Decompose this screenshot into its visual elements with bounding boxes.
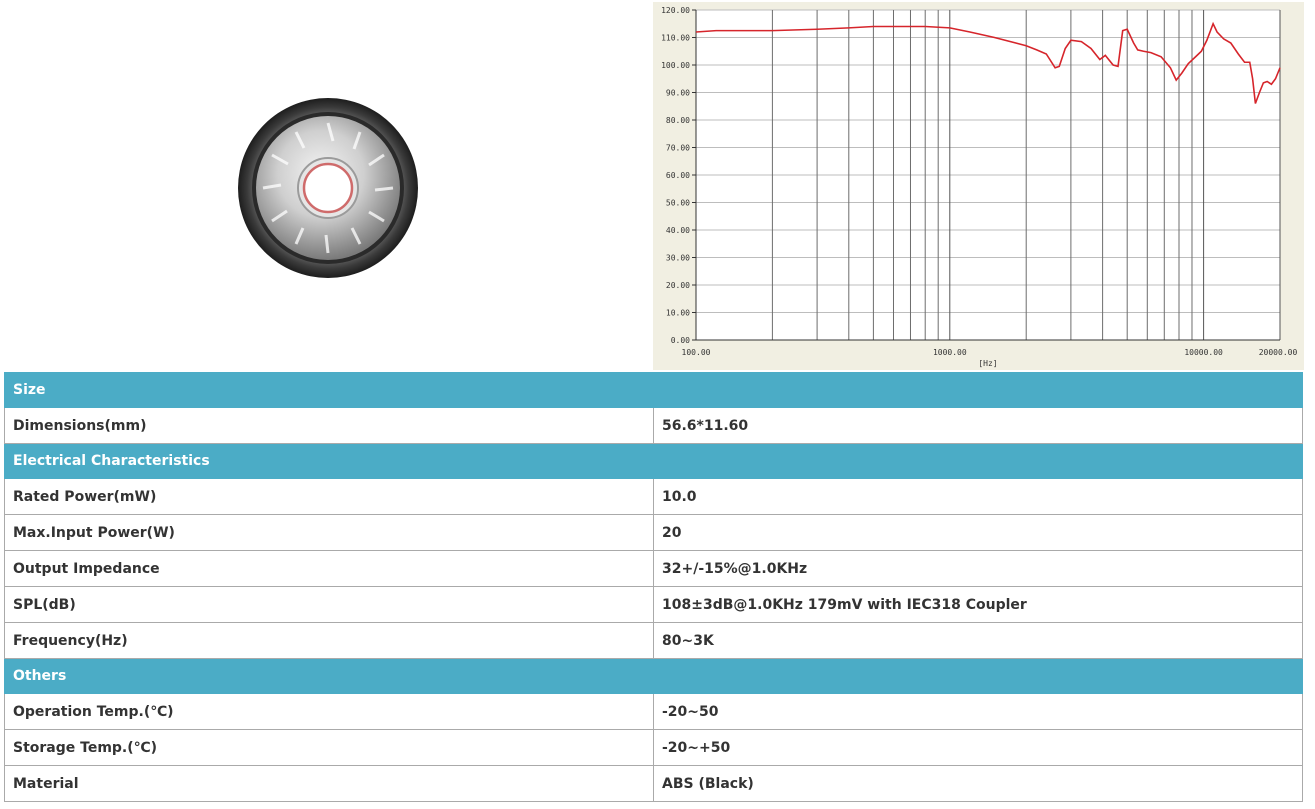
y-tick-label: 110.00 bbox=[661, 34, 690, 43]
spec-label: Storage Temp.(℃) bbox=[4, 729, 654, 766]
x-tick-label: 10000.00 bbox=[1184, 348, 1223, 357]
table-row: SPL(dB) 108±3dB@1.0KHz 179mV with IEC318… bbox=[4, 586, 1303, 623]
section-header-size: Size bbox=[4, 372, 1303, 408]
spec-label: Max.Input Power(W) bbox=[4, 514, 654, 551]
table-row: Storage Temp.(℃) -20~+50 bbox=[4, 729, 1303, 766]
section-electrical-header-row: Electrical Characteristics bbox=[4, 443, 1303, 479]
frequency-response-chart: 120.00 110.00 100.00 90.00 80.00 70.00 60.00 50… bbox=[653, 2, 1304, 370]
table-row: Max.Input Power(W) 20 bbox=[4, 514, 1303, 551]
spec-label: Dimensions(mm) bbox=[4, 407, 654, 444]
table-row: Material ABS (Black) bbox=[4, 765, 1303, 802]
y-tick-label: 20.00 bbox=[666, 281, 690, 290]
spec-value: 56.6*11.60 bbox=[653, 407, 1303, 444]
section-size-header-row: Size bbox=[4, 372, 1303, 408]
x-tick-label: 100.00 bbox=[682, 348, 711, 357]
table-row: Operation Temp.(℃) -20~50 bbox=[4, 693, 1303, 730]
spec-label: SPL(dB) bbox=[4, 586, 654, 623]
section-header-electrical: Electrical Characteristics bbox=[4, 443, 1303, 479]
spec-table: Size Dimensions(mm) 56.6*11.60 Electrica… bbox=[4, 372, 1303, 802]
y-tick-label: 90.00 bbox=[666, 89, 690, 98]
spec-label: Material bbox=[4, 765, 654, 802]
spec-label: Output Impedance bbox=[4, 550, 654, 587]
spec-label: Frequency(Hz) bbox=[4, 622, 654, 659]
y-tick-label: 80.00 bbox=[666, 116, 690, 125]
x-tick-label: 1000.00 bbox=[933, 348, 967, 357]
section-others-header-row: Others bbox=[4, 658, 1303, 694]
y-tick-label: 40.00 bbox=[666, 226, 690, 235]
spec-value: -20~50 bbox=[653, 693, 1303, 730]
table-row: Frequency(Hz) 80~3K bbox=[4, 622, 1303, 659]
spec-value: 20 bbox=[653, 514, 1303, 551]
speaker-photo bbox=[238, 98, 418, 278]
y-tick-label: 50.00 bbox=[666, 199, 690, 208]
spec-value: 32+/-15%@1.0KHz bbox=[653, 550, 1303, 587]
y-tick-label: 0.00 bbox=[671, 336, 690, 345]
x-tick-label: 20000.00 bbox=[1259, 348, 1298, 357]
table-row: Dimensions(mm) 56.6*11.60 bbox=[4, 407, 1303, 444]
y-tick-label: 70.00 bbox=[666, 144, 690, 153]
frequency-response-svg: 120.00 110.00 100.00 90.00 80.00 70.00 60.00 50… bbox=[661, 6, 1298, 368]
table-row: Output Impedance 32+/-15%@1.0KHz bbox=[4, 550, 1303, 587]
spec-value: 10.0 bbox=[653, 478, 1303, 515]
y-tick-label: 120.00 bbox=[661, 6, 690, 15]
product-photo-area bbox=[0, 0, 655, 372]
spec-value: ABS (Black) bbox=[653, 765, 1303, 802]
spec-value: 80~3K bbox=[653, 622, 1303, 659]
spec-label: Rated Power(mW) bbox=[4, 478, 654, 515]
product-overview: 120.00 110.00 100.00 90.00 80.00 70.00 60.00 50… bbox=[0, 0, 1315, 372]
y-tick-label: 60.00 bbox=[666, 171, 690, 180]
table-row: Rated Power(mW) 10.0 bbox=[4, 478, 1303, 515]
x-axis-label: [Hz] bbox=[978, 359, 997, 368]
y-tick-label: 30.00 bbox=[666, 254, 690, 263]
section-header-others: Others bbox=[4, 658, 1303, 694]
y-tick-label: 10.00 bbox=[666, 309, 690, 318]
spec-label: Operation Temp.(℃) bbox=[4, 693, 654, 730]
y-tick-label: 100.00 bbox=[661, 61, 690, 70]
spec-value: -20~+50 bbox=[653, 729, 1303, 766]
spec-value: 108±3dB@1.0KHz 179mV with IEC318 Coupler bbox=[653, 586, 1303, 623]
